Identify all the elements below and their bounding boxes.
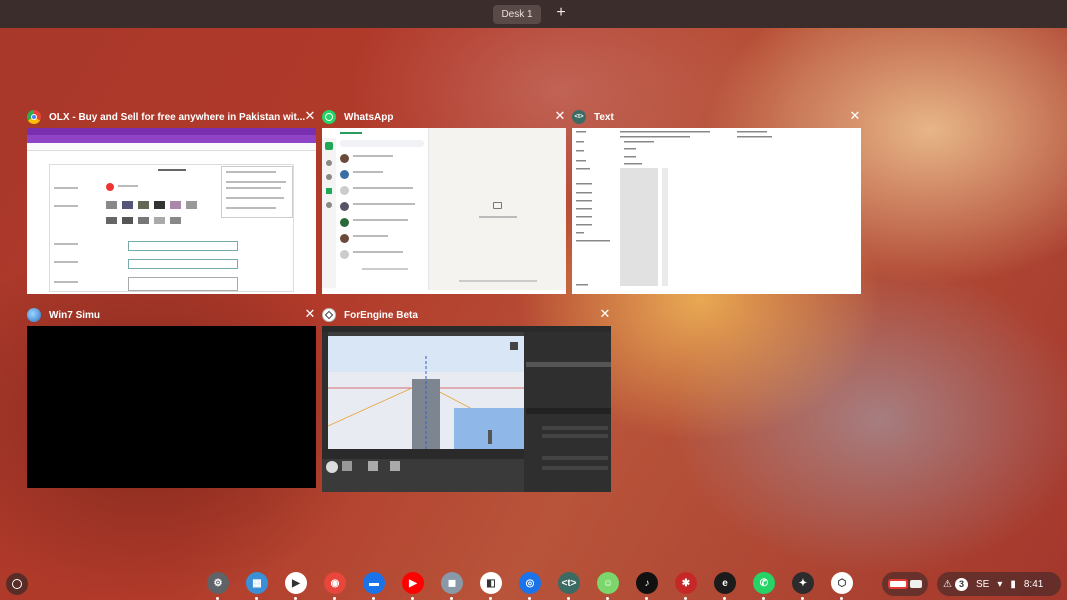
tiktok-icon: ♪ — [636, 572, 658, 594]
new-desk-button[interactable]: + — [552, 3, 570, 23]
shelf-app-whatsapp[interactable]: ✆ — [744, 569, 783, 600]
warning-icon: ⚠ — [943, 578, 952, 590]
window-title-bar: Win7 Simu — [27, 305, 100, 325]
window-win7-simu[interactable]: Win7 Simu ✕ — [27, 305, 316, 492]
ime-locale: SE — [975, 578, 990, 590]
close-icon[interactable]: ✕ — [598, 307, 612, 321]
youtube-icon: ▶ — [402, 572, 424, 594]
window-title-bar: OLX - Buy and Sell for free anywhere in … — [27, 107, 305, 127]
forengine-icon: ⬡ — [831, 572, 853, 594]
desk-1-button[interactable]: Desk 1 — [493, 5, 541, 24]
text-app-icon: <t> — [572, 110, 586, 124]
notification-count: 3 — [954, 577, 968, 591]
window-preview — [27, 326, 316, 488]
shelf-app-game-app[interactable]: ☺ — [588, 569, 627, 600]
chrome-icon: ◉ — [324, 572, 346, 594]
spider-app-icon: ✱ — [675, 572, 697, 594]
clock: 8:41 — [1023, 578, 1044, 590]
close-icon[interactable]: ✕ — [303, 109, 317, 123]
window-title-bar: ForEngine Beta — [322, 305, 418, 325]
text-document-preview — [576, 131, 772, 286]
desk-bar: Desk 1 + — [0, 0, 1067, 28]
shelf-app-play-store[interactable]: ▶ — [276, 569, 315, 600]
window-title: WhatsApp — [344, 111, 394, 123]
shelf-app-camera[interactable]: ◎ — [510, 569, 549, 600]
close-icon[interactable]: ✕ — [303, 307, 317, 321]
system-tray[interactable]: ⚠ 3 SE ▾ ▮ 8:41 — [937, 572, 1061, 596]
shelf-app-files[interactable]: ▬ — [354, 569, 393, 600]
shelf-app-shadow-app[interactable]: ✦ — [783, 569, 822, 600]
capture-mode-button[interactable] — [882, 572, 928, 596]
window-title-bar: WhatsApp — [322, 107, 393, 127]
engine-editor-preview — [322, 326, 611, 492]
notification-indicator[interactable]: ⚠ 3 — [943, 577, 968, 591]
shelf-app-win7-simu[interactable]: ▦ — [237, 569, 276, 600]
close-icon[interactable]: ✕ — [848, 109, 862, 123]
forengine-icon — [322, 308, 336, 322]
window-title-bar: <t> Text — [572, 107, 614, 127]
chrome-icon — [27, 110, 41, 124]
media-app-icon: ◧ — [480, 572, 502, 594]
shelf-app-chrome[interactable]: ◉ — [315, 569, 354, 600]
shelf-app-robot-app[interactable]: ◼ — [432, 569, 471, 600]
window-preview — [572, 128, 861, 294]
close-icon[interactable]: ✕ — [553, 109, 567, 123]
play-store-icon: ▶ — [285, 572, 307, 594]
shelf-app-spider-app[interactable]: ✱ — [666, 569, 705, 600]
shelf-app-forengine[interactable]: ⬡ — [822, 569, 861, 600]
window-whatsapp[interactable]: WhatsApp ✕ — [322, 107, 566, 295]
window-text[interactable]: <t> Text ✕ — [572, 107, 861, 295]
window-preview — [27, 128, 316, 294]
launcher-button[interactable] — [6, 573, 28, 595]
whatsapp-icon: ✆ — [753, 572, 775, 594]
game-app-icon: ☺ — [597, 572, 619, 594]
win7-simu-icon: ▦ — [246, 572, 268, 594]
window-title: Text — [594, 111, 614, 123]
shelf-app-e-app[interactable]: e — [705, 569, 744, 600]
robot-app-icon: ◼ — [441, 572, 463, 594]
shelf-app-youtube[interactable]: ▶ — [393, 569, 432, 600]
window-preview — [322, 326, 611, 492]
camera-icon: ◎ — [519, 572, 541, 594]
window-title: ForEngine Beta — [344, 309, 418, 321]
shelf-app-settings[interactable]: ⚙ — [198, 569, 237, 600]
shadow-app-icon: ✦ — [792, 572, 814, 594]
whatsapp-icon — [322, 110, 336, 124]
wifi-icon: ▾ — [997, 578, 1003, 590]
win7-simu-icon — [27, 308, 41, 322]
battery-icon: ▮ — [1010, 578, 1016, 590]
window-title: OLX - Buy and Sell for free anywhere in … — [49, 111, 306, 123]
shelf-app-tiktok[interactable]: ♪ — [627, 569, 666, 600]
shelf: ⚙ ▦ ▶ ◉ ▬ ▶ ◼ ◧ ◎ <t> ☺ ♪ ✱ e ✆ ✦ ⬡ ⚠ 3 SE ▾ ▮ 8:41 — [0, 568, 1067, 600]
text-app-icon: <t> — [558, 572, 580, 594]
shelf-app-media-app[interactable]: ◧ — [471, 569, 510, 600]
e-app-icon: e — [714, 572, 736, 594]
window-preview — [322, 128, 566, 294]
files-icon: ▬ — [363, 572, 385, 594]
window-olx[interactable]: OLX - Buy and Sell for free anywhere in … — [27, 107, 316, 295]
shelf-app-text-app[interactable]: <t> — [549, 569, 588, 600]
settings-icon: ⚙ — [207, 572, 229, 594]
window-forengine[interactable]: ForEngine Beta ✕ — [322, 305, 611, 492]
shelf-apps: ⚙ ▦ ▶ ◉ ▬ ▶ ◼ ◧ ◎ <t> ☺ ♪ ✱ e ✆ ✦ ⬡ — [198, 569, 868, 600]
window-title: Win7 Simu — [49, 309, 101, 321]
